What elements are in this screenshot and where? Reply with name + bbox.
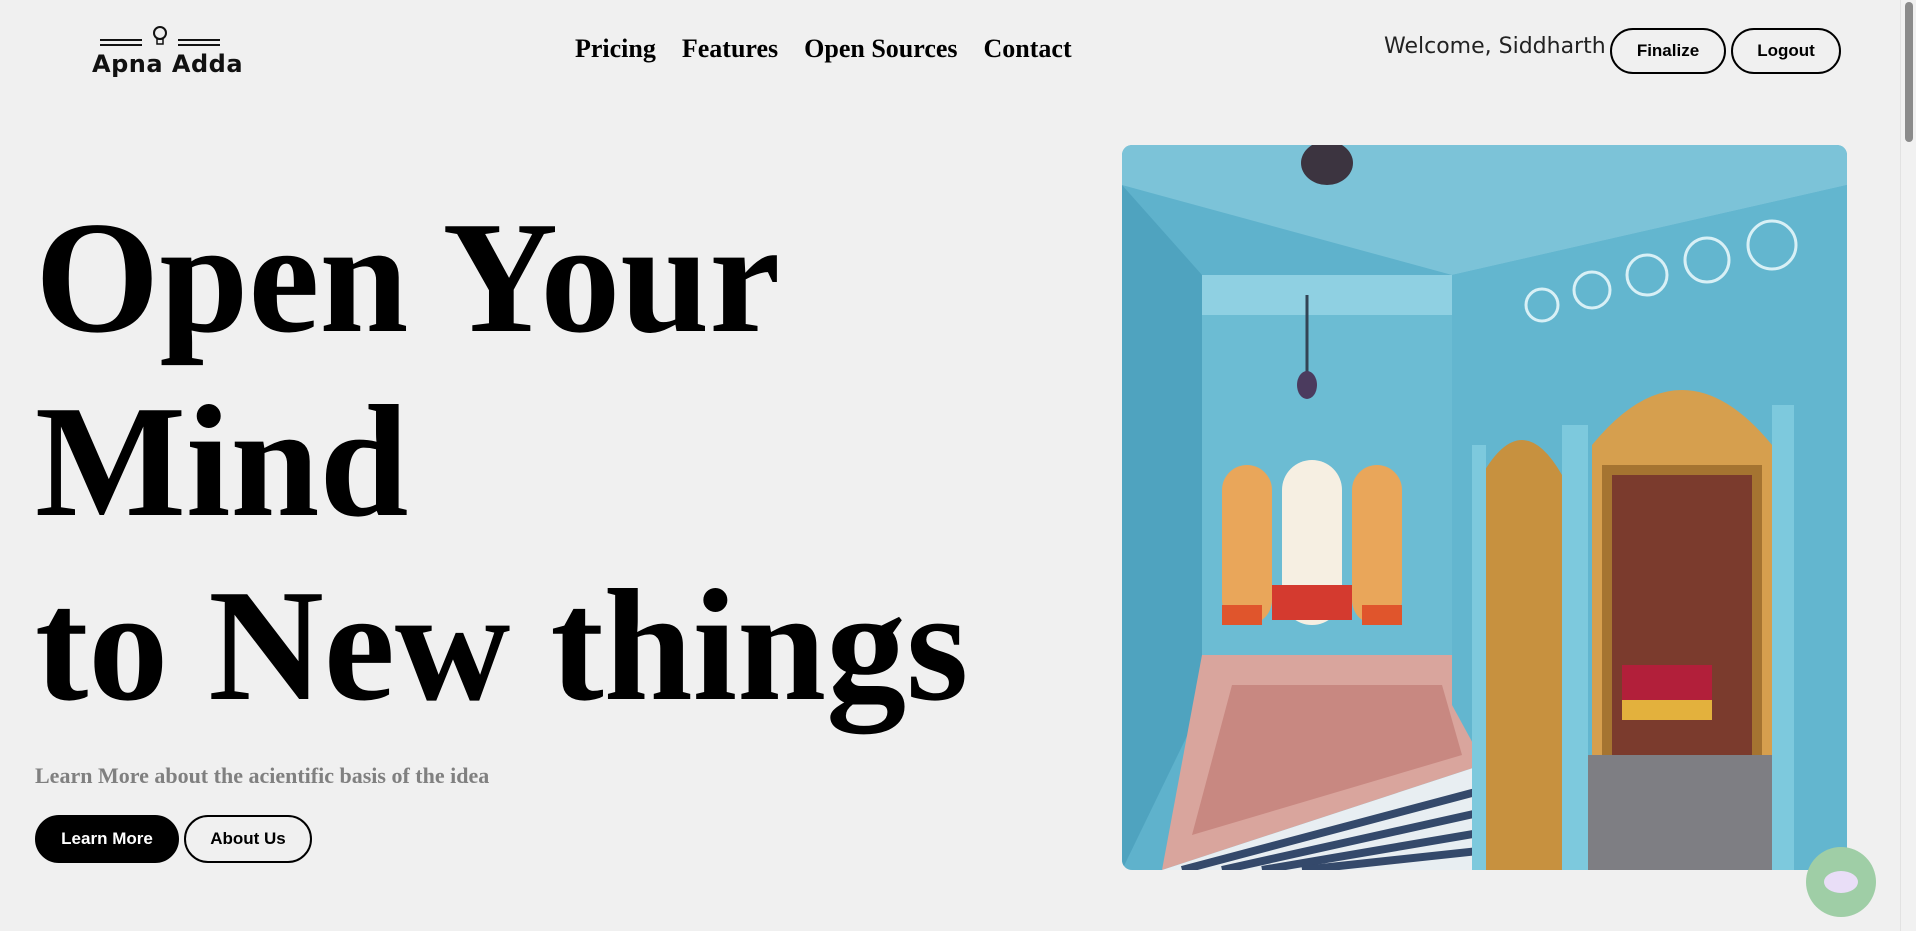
logout-button[interactable]: Logout bbox=[1731, 28, 1841, 74]
finalize-button[interactable]: Finalize bbox=[1610, 28, 1726, 74]
page-scrollbar[interactable] bbox=[1900, 0, 1916, 931]
lightbulb-icon bbox=[100, 26, 220, 46]
chat-button[interactable] bbox=[1806, 847, 1876, 917]
hero-image-illustration bbox=[1122, 145, 1847, 870]
hero-title-line: to New things bbox=[35, 556, 969, 734]
hero-subtitle: Learn More about the acientific basis of… bbox=[35, 763, 490, 788]
scrollbar-thumb[interactable] bbox=[1905, 2, 1913, 142]
welcome-text: Welcome, Siddharth bbox=[1384, 34, 1606, 59]
nav-link-contact[interactable]: Contact bbox=[984, 34, 1072, 64]
hero-title: Open Your Mind to New things bbox=[35, 185, 968, 737]
hero-image bbox=[1122, 145, 1847, 870]
nav-link-pricing[interactable]: Pricing bbox=[575, 34, 656, 64]
main-nav: Pricing Features Open Sources Contact bbox=[575, 34, 1072, 64]
chat-bubble-icon bbox=[1824, 871, 1858, 893]
learn-more-button[interactable]: Learn More bbox=[35, 815, 179, 863]
hero-title-line: Open Your bbox=[35, 188, 781, 366]
nav-link-features[interactable]: Features bbox=[682, 34, 778, 64]
logo[interactable]: Apna Adda bbox=[90, 24, 243, 80]
logo-text: Apna Adda bbox=[92, 50, 244, 78]
nav-link-open-sources[interactable]: Open Sources bbox=[804, 34, 957, 64]
hero-title-line: Mind bbox=[35, 372, 409, 550]
about-us-button[interactable]: About Us bbox=[184, 815, 312, 863]
